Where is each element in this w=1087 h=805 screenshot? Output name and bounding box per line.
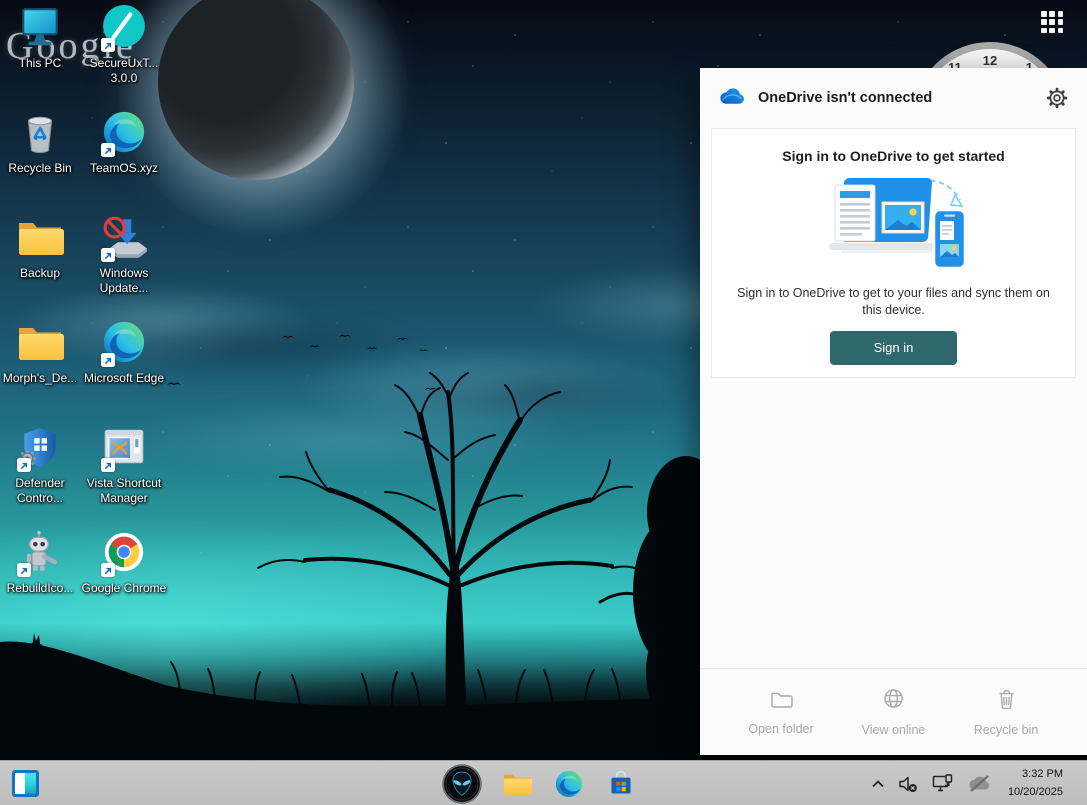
desktop-icon-rebuildico[interactable]: RebuildIco... <box>0 530 82 596</box>
network-ethernet-icon[interactable] <box>932 774 954 793</box>
desktop-icon-label: Morph's_De... <box>2 371 78 385</box>
taskbar-time: 3:32 PM <box>1022 768 1063 781</box>
bird-silhouette <box>281 328 295 346</box>
shortcut-arrow-icon <box>101 563 115 577</box>
desktop-icon-label: Windows Update... <box>99 266 149 296</box>
desktop-icon-label: RebuildIco... <box>6 581 74 595</box>
this-pc-icon <box>17 4 63 55</box>
bird-silhouette <box>418 341 429 359</box>
desktop-icon-morphs-folder[interactable]: Morph's_De... <box>0 321 82 386</box>
onedrive-panel-header: OneDrive isn't connected <box>700 68 1087 128</box>
volume-muted-icon[interactable] <box>898 775 918 793</box>
action-label: Open folder <box>748 721 814 736</box>
shortcut-arrow-icon <box>101 353 115 367</box>
desktop-icon-label: SecureUxT... 3.0.0 <box>89 56 159 86</box>
hidden-icons-chevron[interactable] <box>872 779 884 788</box>
desktop-icon-recycle-bin[interactable]: Recycle Bin <box>0 111 82 176</box>
desktop-icon-label: Backup <box>19 266 61 280</box>
onedrive-flyout-panel: OneDrive isn't connected Sign in to OneD… <box>700 68 1087 755</box>
shortcut-arrow-icon <box>17 563 31 577</box>
shortcut-arrow-icon <box>101 248 115 262</box>
bird-silhouette <box>338 327 352 345</box>
open-folder-action[interactable]: Open folder <box>738 689 824 736</box>
folder-icon <box>16 322 64 367</box>
shortcut-arrow-icon <box>101 38 115 52</box>
recycle-bin-icon <box>17 109 63 160</box>
action-label: View online <box>861 722 926 737</box>
split-view-widget-icon[interactable] <box>12 770 39 797</box>
onedrive-panel-title: OneDrive isn't connected <box>758 90 933 106</box>
bird-silhouette <box>424 380 437 398</box>
shortcut-arrow-icon <box>17 458 31 472</box>
action-label: Recycle bin <box>973 722 1039 737</box>
desktop-icon-label: Defender Contro... <box>15 476 65 506</box>
desktop-icon-label: Vista Shortcut Manager <box>86 476 162 506</box>
shortcut-arrow-icon <box>101 143 115 157</box>
globe-icon <box>883 688 904 714</box>
desktop-icon-secureuxtheme[interactable]: SecureUxT... 3.0.0 <box>80 4 168 87</box>
file-explorer-icon[interactable] <box>499 761 535 805</box>
desktop-icon-label: Recycle Bin <box>8 161 72 175</box>
apps-grid-icon[interactable] <box>1041 11 1064 34</box>
settings-gear-icon[interactable] <box>1046 87 1068 109</box>
onedrive-signin-card: Sign in to OneDrive to get started Sign … <box>711 128 1076 378</box>
desktop-icon-backup[interactable]: Backup <box>0 216 82 281</box>
taskbar-date: 10/20/2025 <box>1007 785 1063 798</box>
desktop-icon-label: Google Chrome <box>81 581 167 595</box>
desktop-icon-label: Microsoft Edge <box>83 371 165 385</box>
signin-heading: Sign in to OneDrive to get started <box>782 148 1005 164</box>
clock-number: 12 <box>982 53 998 68</box>
shortcut-arrow-icon <box>101 458 115 472</box>
microsoft-edge-icon[interactable] <box>551 761 587 805</box>
view-online-action[interactable]: View online <box>851 688 937 737</box>
desktop-icon-teamos[interactable]: TeamOS.xyz <box>80 111 168 176</box>
desktop-icon-label: This PC <box>18 56 62 70</box>
folder-icon <box>16 217 64 262</box>
desktop-icon-this-pc[interactable]: This PC <box>0 6 82 71</box>
bird-silhouette <box>166 376 182 394</box>
trash-icon <box>997 688 1016 714</box>
signin-description: Sign in to OneDrive to get to your files… <box>737 286 1050 318</box>
onedrive-devices-illustration <box>712 168 1075 285</box>
bird-silhouette <box>309 337 321 355</box>
desktop-icon-google-chrome[interactable]: Google Chrome <box>80 531 168 596</box>
onedrive-panel-footer: Open folder View online Recycle bin <box>700 668 1087 755</box>
folder-outline-icon <box>770 689 793 713</box>
microsoft-store-icon[interactable] <box>603 761 639 805</box>
desktop-icon-windows-update-blocker[interactable]: Windows Update... <box>80 216 168 297</box>
recycle-bin-action[interactable]: Recycle bin <box>963 688 1049 737</box>
taskbar-clock[interactable]: 3:32 PM 10/20/2025 <box>1008 766 1063 800</box>
onedrive-cloud-icon <box>719 87 746 110</box>
taskbar: 3:32 PM 10/20/2025 <box>0 760 1087 805</box>
bird-silhouette <box>396 330 409 348</box>
alienware-start-icon[interactable] <box>440 761 484 805</box>
system-tray: 3:32 PM 10/20/2025 <box>865 761 1087 805</box>
desktop-icon-label: TeamOS.xyz <box>89 161 158 175</box>
bird-silhouette <box>366 339 378 357</box>
onedrive-disconnected-icon[interactable] <box>968 775 991 792</box>
desktop-icon-microsoft-edge[interactable]: Microsoft Edge <box>80 321 168 386</box>
desktop-icon-defender-control[interactable]: Defender Contro... <box>0 426 82 507</box>
sign-in-button[interactable]: Sign in <box>830 330 957 365</box>
desktop-icon-vista-shortcut-manager[interactable]: Vista Shortcut Manager <box>80 426 168 507</box>
